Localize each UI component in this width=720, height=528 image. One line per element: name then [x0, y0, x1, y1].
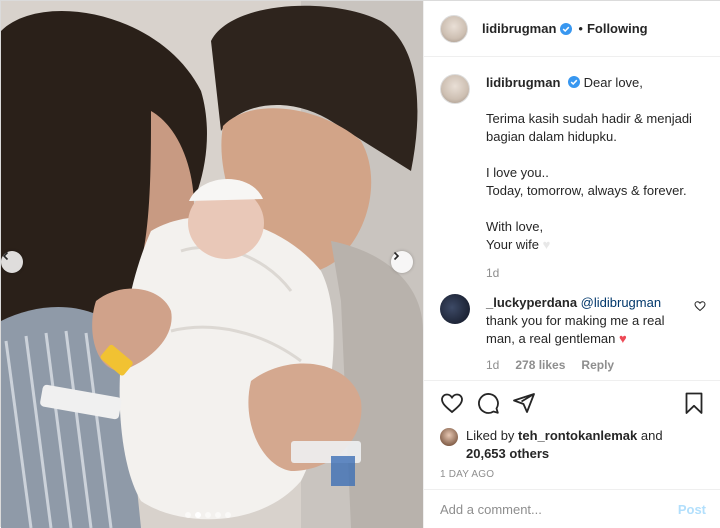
post-header: lidibrugman • Following	[424, 1, 720, 57]
comment-like-heart-icon[interactable]	[694, 300, 706, 312]
liked-by-user[interactable]: teh_rontokanlemak	[518, 428, 637, 443]
carousel-dot-active	[195, 512, 201, 518]
author-avatar[interactable]	[440, 14, 468, 43]
comment-reply-button[interactable]: Reply	[581, 356, 614, 374]
caption-gap	[486, 92, 706, 110]
next-photo-button[interactable]	[391, 251, 413, 273]
liked-by-and: and	[640, 428, 663, 443]
comments-section: lidibrugman Dear love, Terima kasih suda…	[424, 58, 720, 380]
action-icons	[440, 389, 706, 417]
carousel-dot	[185, 512, 191, 518]
chevron-left-icon	[2, 251, 9, 261]
post-timestamp[interactable]: 1 DAY AGO	[440, 469, 706, 480]
actions-section: Liked by teh_rontokanlemak and 20,653 ot…	[424, 380, 720, 480]
comment-item: _luckyperdana @lidibrugman thank you for…	[440, 294, 706, 374]
comment-age[interactable]: 1d	[486, 356, 499, 374]
caption-gap	[486, 146, 706, 164]
liked-by-others[interactable]: 20,653 others	[466, 446, 549, 461]
carousel-dot	[215, 512, 221, 518]
comment-body: _luckyperdana @lidibrugman thank you for…	[486, 294, 691, 374]
author-username[interactable]: lidibrugman	[482, 21, 556, 36]
red-heart-emoji: ♥	[618, 331, 627, 346]
header-separator: •	[578, 21, 583, 36]
caption-line: I love you..	[486, 165, 549, 180]
caption-line: Terima kasih sudah hadir & menjadi bagia…	[486, 111, 692, 144]
commenter-avatar[interactable]	[440, 294, 470, 324]
comment-input[interactable]	[440, 501, 678, 517]
comment-icon[interactable]	[476, 391, 500, 415]
verified-badge-icon	[560, 22, 573, 35]
heart-icon[interactable]	[440, 391, 464, 415]
caption-avatar[interactable]	[440, 74, 470, 104]
caption-gap	[486, 200, 706, 218]
post-side-panel: lidibrugman • Following lidibrugman Dear…	[423, 1, 720, 528]
post-photo[interactable]	[1, 1, 423, 528]
comment-text: thank you for making me a real man, a re…	[486, 313, 665, 346]
liked-by: Liked by teh_rontokanlemak and 20,653 ot…	[440, 427, 706, 463]
white-heart-icon: ♥	[542, 237, 551, 252]
share-icon[interactable]	[512, 391, 536, 415]
instagram-post: lidibrugman • Following lidibrugman Dear…	[0, 0, 720, 528]
post-comment-button[interactable]: Post	[678, 502, 706, 517]
liked-by-prefix: Liked by	[466, 428, 515, 443]
bookmark-icon[interactable]	[682, 391, 706, 415]
carousel-dot	[205, 512, 211, 518]
add-comment-bar: Post	[424, 489, 720, 528]
caption-line: Today, tomorrow, always & forever.	[486, 183, 687, 198]
caption-line: Dear love,	[583, 75, 643, 90]
carousel-indicator	[185, 512, 231, 518]
following-button[interactable]: Following	[587, 21, 648, 36]
caption-age[interactable]: 1d	[486, 264, 706, 282]
carousel-dot	[225, 512, 231, 518]
photo-illustration	[1, 1, 423, 528]
caption-body: lidibrugman Dear love, Terima kasih suda…	[486, 74, 706, 282]
previous-photo-button[interactable]	[1, 251, 23, 273]
caption-line: With love,	[486, 219, 544, 234]
comment-mention[interactable]: @lidibrugman	[581, 295, 661, 310]
caption: lidibrugman Dear love, Terima kasih suda…	[440, 74, 706, 282]
chevron-right-icon	[393, 251, 400, 261]
liked-by-text: Liked by teh_rontokanlemak and 20,653 ot…	[466, 427, 663, 463]
commenter-username[interactable]: _luckyperdana	[486, 295, 577, 310]
caption-line-last: Your wife ♥	[486, 236, 706, 254]
caption-username[interactable]: lidibrugman	[486, 75, 560, 90]
comment-meta: 1d 278 likes Reply	[486, 356, 691, 374]
comment-likes[interactable]: 278 likes	[515, 356, 565, 374]
liker-avatar[interactable]	[440, 428, 458, 446]
caption-line: Your wife	[486, 237, 539, 252]
verified-badge-icon	[568, 76, 581, 88]
